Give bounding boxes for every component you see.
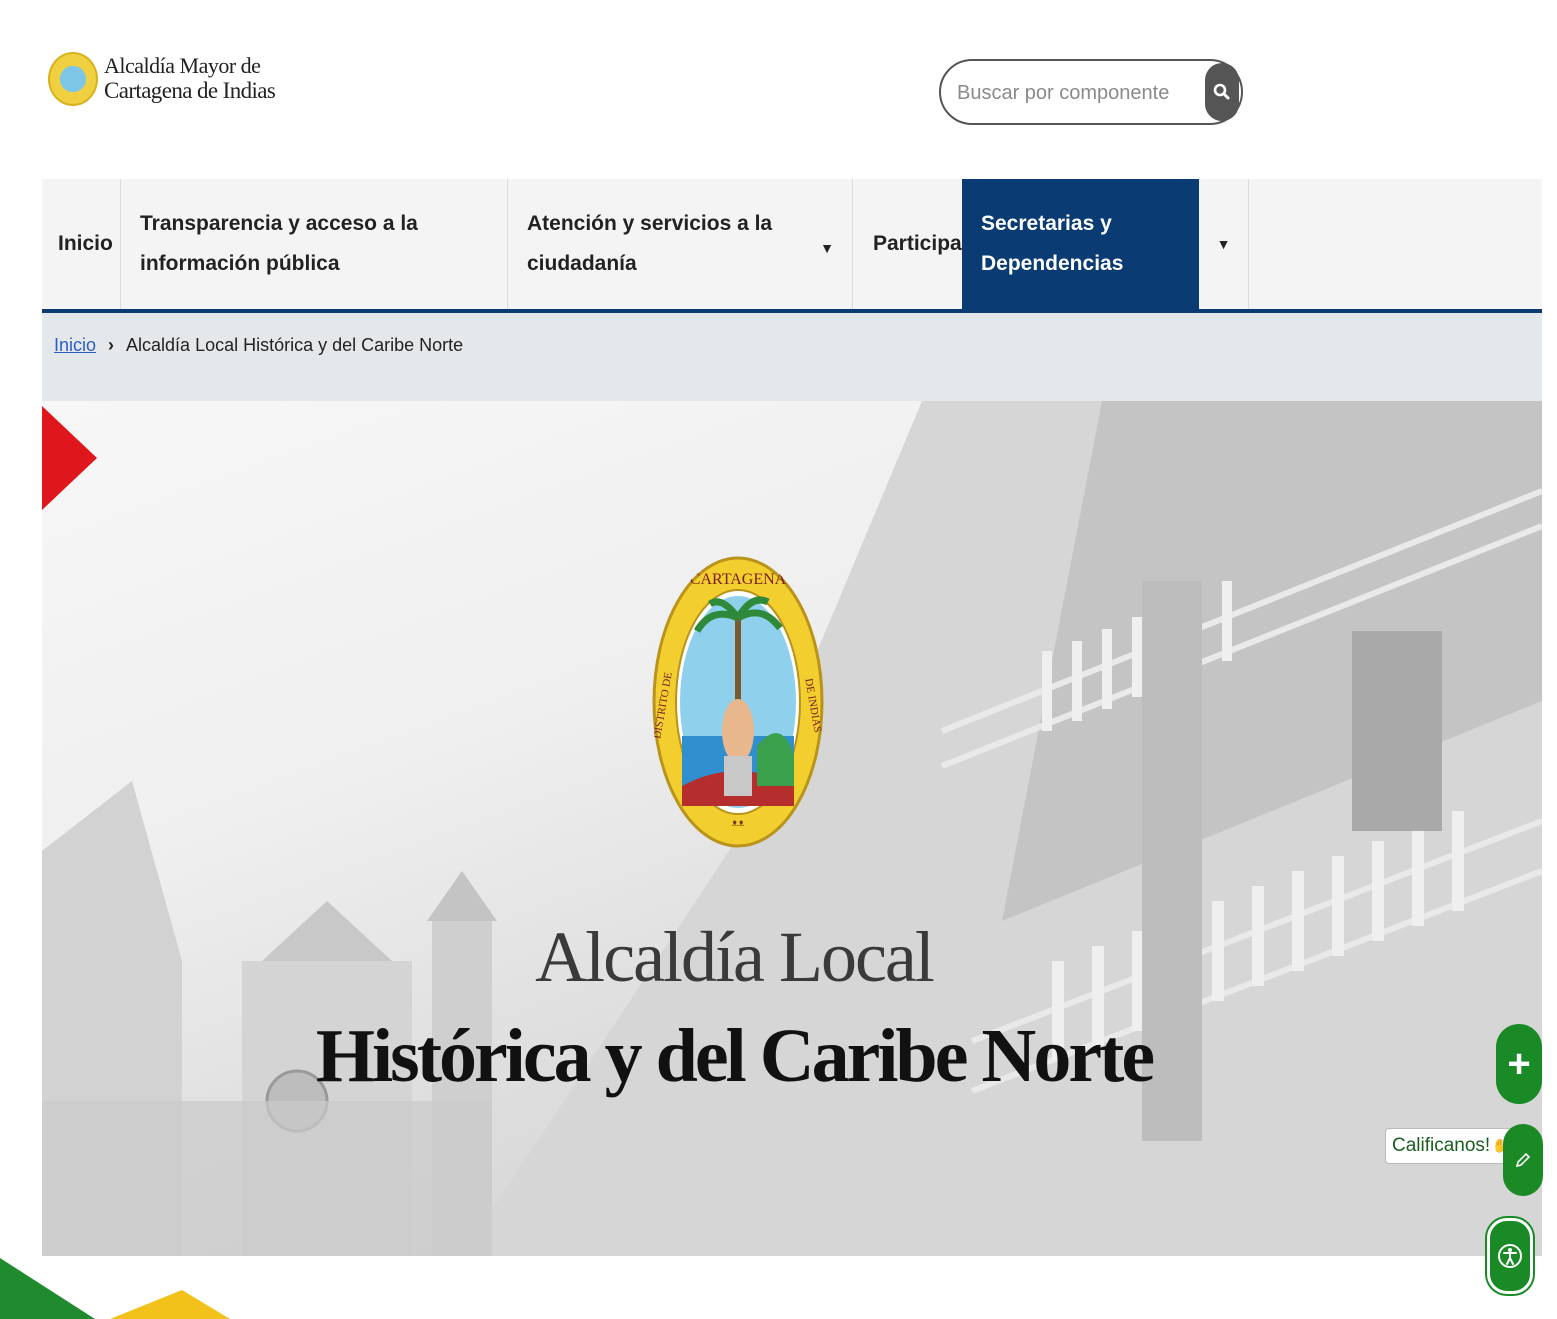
- nav-label: Atención y servicios a la ciudadanía: [527, 212, 773, 275]
- search-box: [939, 59, 1243, 125]
- hero-title-line2: Histórica y del Caribe Norte: [315, 1014, 1155, 1098]
- accessibility-icon: [1498, 1244, 1522, 1268]
- breadcrumb-home-link[interactable]: Inicio: [54, 335, 96, 356]
- pencil-icon: [1515, 1152, 1531, 1168]
- logo-line1: Alcaldía Mayor de: [104, 53, 261, 79]
- accessibility-button[interactable]: [1487, 1218, 1533, 1294]
- svg-text:ᴥᴥ: ᴥᴥ: [732, 815, 745, 829]
- search-icon: [1213, 83, 1230, 100]
- cartagena-seal-icon: [48, 52, 98, 106]
- svg-text:CARTAGENA: CARTAGENA: [690, 571, 787, 588]
- caret-down-icon[interactable]: ▼: [820, 235, 834, 262]
- nav-item-participa[interactable]: Participa: [853, 179, 962, 309]
- breadcrumb: Inicio › Alcaldía Local Histórica y del …: [42, 313, 1542, 401]
- chevron-right-icon: ›: [108, 335, 115, 355]
- hero-title-line1: Alcaldía Local: [535, 917, 935, 997]
- rate-us-tooltip[interactable]: Calificanos! ✋: [1385, 1128, 1516, 1164]
- red-triangle-decoration: [42, 406, 97, 510]
- nav-item-secretarias[interactable]: Secretarias y Dependencias: [962, 179, 1199, 309]
- rate-us-button[interactable]: [1503, 1124, 1543, 1196]
- breadcrumb-current: Alcaldía Local Histórica y del Caribe No…: [126, 335, 464, 355]
- plus-icon: +: [1507, 1041, 1531, 1086]
- rate-us-label: Calificanos!: [1392, 1135, 1491, 1156]
- building-background-image: [42, 401, 1542, 1256]
- expand-actions-button[interactable]: +: [1496, 1024, 1542, 1104]
- cartagena-coat-of-arms-icon: ᴥᴥ CARTAGENA DISTRITO DE DE INDIAS: [652, 556, 824, 848]
- nav-item-inicio[interactable]: Inicio: [42, 179, 121, 309]
- logo-text: Alcaldía Mayor de Cartagena de Indias: [104, 53, 276, 105]
- hero-banner: ᴥᴥ CARTAGENA DISTRITO DE DE INDIAS Alcal…: [42, 401, 1542, 1256]
- nav-label: Participa: [873, 232, 962, 256]
- nav-label: Transparencia y acceso a la información …: [140, 212, 418, 275]
- caret-down-icon: ▼: [1216, 235, 1231, 252]
- search-button[interactable]: [1205, 63, 1239, 121]
- nav-label: Secretarias y Dependencias: [981, 212, 1124, 275]
- nav-label: Inicio: [58, 232, 113, 256]
- main-nav: Inicio Transparencia y acceso a la infor…: [42, 179, 1542, 313]
- nav-item-atencion[interactable]: Atención y servicios a la ciudadanía ▼: [508, 179, 853, 309]
- site-logo[interactable]: Alcaldía Mayor de Cartagena de Indias: [48, 52, 276, 106]
- search-input[interactable]: [955, 75, 1179, 111]
- nav-item-transparencia[interactable]: Transparencia y acceso a la información …: [121, 179, 508, 309]
- nav-dropdown-toggle[interactable]: ▼: [1199, 179, 1249, 309]
- logo-line2: Cartagena de Indias: [104, 78, 276, 104]
